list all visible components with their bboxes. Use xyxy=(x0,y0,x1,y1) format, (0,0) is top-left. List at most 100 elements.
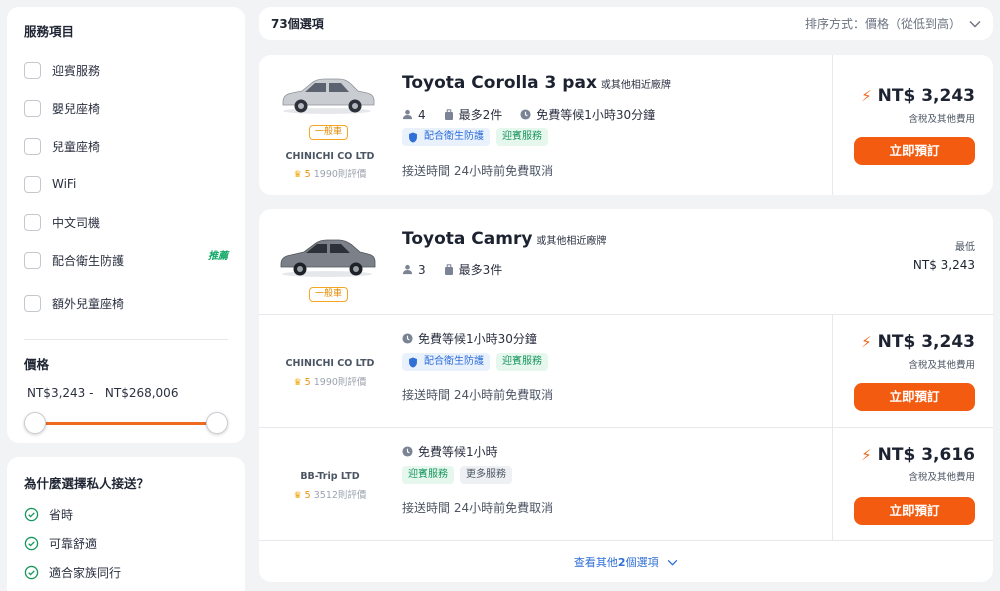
cancellation-policy: 接送時間 24小時前免費取消 xyxy=(402,388,554,402)
results-count: 73個選項 xyxy=(271,17,324,31)
checkbox[interactable] xyxy=(24,137,41,155)
filter-label: 配合衛生防護 xyxy=(52,253,125,268)
crown-icon: ♛ xyxy=(293,491,302,501)
passenger-count: 3 xyxy=(402,263,426,277)
check-circle-icon xyxy=(24,536,39,551)
vehicle-similar-note: 或其他相近廠牌 xyxy=(600,80,671,91)
wait-time: 免費等候1小時30分鐘 xyxy=(402,330,537,347)
vehicle-card-corolla: 一般車 CHINICHI CO LTD ♛ 5 1990則評價 Toyota C… xyxy=(259,55,993,195)
filter-label: 迎賓服務 xyxy=(52,63,101,78)
filter-label: 兒童座椅 xyxy=(52,139,101,154)
clock-icon xyxy=(402,446,413,457)
service-badges: 配合衛生防護 迎賓服務 xyxy=(402,353,554,371)
divider xyxy=(259,427,993,428)
filter-child-seat[interactable]: 兒童座椅 xyxy=(24,127,228,165)
divider xyxy=(832,55,833,195)
why-panel: 為什麼選擇私人接送？ 省時 可靠舒適 適合家族同行 xyxy=(7,457,245,591)
review-count: 1990則評價 xyxy=(313,169,367,180)
why-title: 為什麼選擇私人接送？ xyxy=(24,476,150,491)
price: ⚡ NT$ 3,616 xyxy=(861,445,975,465)
services-title: 服務項目 xyxy=(24,24,75,39)
service-badges: 迎賓服務 更多服務 xyxy=(402,466,518,484)
results-header: 73個選項 排序方式：價格（從低到高） xyxy=(259,7,993,40)
vehicle-similar-note: 或其他相近廠牌 xyxy=(536,236,607,247)
wait-time: 免費等候1小時30分鐘 xyxy=(520,106,655,123)
clock-icon xyxy=(402,333,413,344)
bolt-icon: ⚡ xyxy=(861,87,872,105)
company-name: CHINICHI CO LTD xyxy=(285,151,375,162)
why-item-label: 可靠舒適 xyxy=(49,537,98,551)
checkbox[interactable] xyxy=(24,213,41,231)
lowest-price: NT$ 3,243 xyxy=(912,258,975,272)
offer-specs: 免費等候1小時30分鐘 xyxy=(402,330,555,347)
checkbox[interactable] xyxy=(24,99,41,117)
badge-hygiene: 配合衛生防護 xyxy=(402,353,490,371)
vehicle-card-camry: 一般車 Toyota Camry 或其他相近廠牌 3 最多3件 最低 NT$ 3,… xyxy=(259,209,993,582)
price-note: 含稅及其他費用 xyxy=(908,360,975,371)
rating: ♛ 5 1990則評價 xyxy=(277,374,383,388)
clock-icon xyxy=(520,109,531,120)
filter-chinese-driver[interactable]: 中文司機 xyxy=(24,203,228,241)
book-now-button[interactable]: 立即預訂 xyxy=(854,383,975,411)
vehicle-name: Toyota Camry 或其他相近廠牌 xyxy=(402,229,606,249)
vehicle-specs: 3 最多3件 xyxy=(402,261,520,278)
rating-value: 5 xyxy=(304,169,311,180)
chevron-down-icon xyxy=(667,559,678,566)
price-range-text: NT$3,243 - NT$268,006 xyxy=(27,386,179,400)
filter-wifi[interactable]: WiFi xyxy=(24,165,228,203)
offer-specs: 免費等候1小時 xyxy=(402,443,516,460)
crown-icon: ♛ xyxy=(293,170,302,180)
filter-label: 額外兒童座椅 xyxy=(52,296,125,311)
why-item-label: 適合家族同行 xyxy=(49,566,122,580)
badge-welcome: 迎賓服務 xyxy=(496,128,548,146)
badge-welcome: 迎賓服務 xyxy=(402,466,454,484)
filter-infant-seat[interactable]: 嬰兒座椅 xyxy=(24,89,228,127)
filter-hygiene[interactable]: 配合衛生防護 推薦 xyxy=(24,241,228,279)
car-image xyxy=(282,78,375,114)
checkbox[interactable] xyxy=(24,294,41,312)
wait-time: 免費等候1小時 xyxy=(402,443,498,460)
price-slider[interactable] xyxy=(24,412,228,434)
price-note: 含稅及其他費用 xyxy=(908,472,975,483)
checkbox[interactable] xyxy=(24,251,41,269)
vehicle-model: Toyota Corolla 3 pax xyxy=(402,73,597,93)
slider-max-handle[interactable] xyxy=(206,412,228,434)
badge-hygiene: 配合衛生防護 xyxy=(402,128,490,146)
vehicle-class-tag: 一般車 xyxy=(309,125,348,140)
price-value: NT$ 3,243 xyxy=(877,86,975,106)
book-now-button[interactable]: 立即預訂 xyxy=(854,137,975,165)
bolt-icon: ⚡ xyxy=(861,446,872,464)
badge-more-services[interactable]: 更多服務 xyxy=(460,466,512,484)
luggage-icon xyxy=(444,263,453,275)
luggage-count: 最多3件 xyxy=(444,261,502,278)
shield-icon xyxy=(409,356,417,368)
check-circle-icon xyxy=(24,565,39,580)
why-item: 省時 xyxy=(24,500,228,529)
checkbox[interactable] xyxy=(24,175,41,193)
why-item: 可靠舒適 xyxy=(24,529,228,558)
show-more-options-link[interactable]: 查看其他2個選項 xyxy=(259,554,993,570)
price: ⚡ NT$ 3,243 xyxy=(861,86,975,106)
passenger-count: 4 xyxy=(402,108,426,122)
price-title: 價格 xyxy=(24,357,50,372)
rating: ♛ 5 3512則評價 xyxy=(277,487,383,501)
person-icon xyxy=(402,264,413,275)
sort-dropdown[interactable]: 排序方式：價格（從低到高） xyxy=(805,15,981,32)
why-item: 適合家族同行 xyxy=(24,558,228,587)
filter-welcome-service[interactable]: 迎賓服務 xyxy=(24,51,228,89)
why-item-label: 省時 xyxy=(49,508,74,522)
vehicle-specs: 4 最多2件 免費等候1小時30分鐘 xyxy=(402,106,673,123)
crown-icon: ♛ xyxy=(293,378,302,388)
badge-welcome: 迎賓服務 xyxy=(496,353,548,371)
cancellation-policy: 接送時間 24小時前免費取消 xyxy=(402,164,554,178)
lowest-label: 最低 xyxy=(955,242,975,253)
shield-icon xyxy=(409,131,417,143)
divider xyxy=(259,314,993,315)
price-note: 含稅及其他費用 xyxy=(908,114,975,125)
filter-extra-child-seat[interactable]: 額外兒童座椅 xyxy=(24,279,228,327)
review-count: 3512則評價 xyxy=(313,490,367,501)
price-value: NT$ 3,243 xyxy=(877,332,975,352)
book-now-button[interactable]: 立即預訂 xyxy=(854,497,975,525)
slider-min-handle[interactable] xyxy=(24,412,46,434)
checkbox[interactable] xyxy=(24,61,41,79)
